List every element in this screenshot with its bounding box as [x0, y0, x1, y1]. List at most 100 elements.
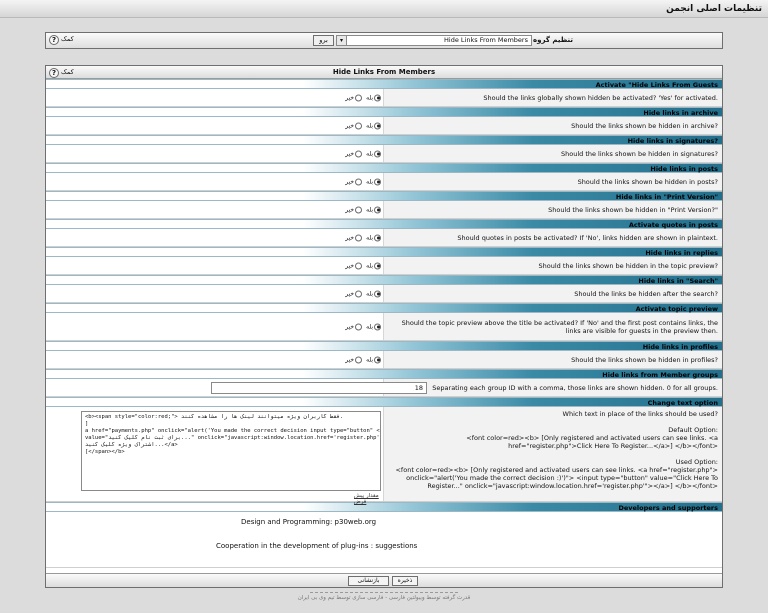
radio-label: خیر	[345, 356, 355, 363]
go-button[interactable]: برو	[313, 35, 334, 46]
radio-yes[interactable]: بله	[366, 122, 381, 129]
setting-control: <b><span style="color:red;"> فقط کاربران…	[46, 407, 384, 505]
radio-yes[interactable]: بله	[366, 94, 381, 101]
radio-button-yes[interactable]	[374, 356, 381, 363]
radio-no[interactable]: خیر	[345, 150, 363, 157]
desc-line: Which text in place of the links should …	[562, 410, 718, 418]
radio-yes[interactable]: بله	[366, 206, 381, 213]
radio-label: خیر	[345, 178, 355, 185]
radio-label: خیر	[345, 94, 355, 101]
help-label[interactable]: کمک	[61, 67, 74, 78]
setting-description: Should the links shown be hidden in sign…	[560, 149, 718, 158]
textarea-line: [</span></b>	[85, 449, 125, 455]
radio-yes[interactable]: بله	[366, 178, 381, 185]
help-icon[interactable]: ?	[49, 34, 59, 45]
radio-label: خیر	[345, 323, 355, 330]
radio-button-yes[interactable]	[374, 290, 381, 297]
setting-description: Should the topic preview above the title…	[386, 313, 718, 340]
section-title: Hide links in signatures?	[46, 135, 722, 145]
section-title: Hide links in profiles	[46, 341, 722, 351]
save-button[interactable]: ذخیره	[392, 576, 418, 586]
footer-text: قدرت گرفته توسط ویبولتین فارسی - فارسی س…	[297, 595, 471, 601]
button-bar: بازنشانی ذخیره	[46, 573, 722, 587]
desc-line: Default Option:	[668, 426, 718, 434]
setting-row: خیر بله Should the links shown be hidden i…	[46, 201, 722, 219]
setting-description: Should the links shown be hidden in "Pri…	[548, 205, 718, 214]
textarea-line: a href="payments.php" onclick="alert('Yo…	[85, 428, 380, 434]
radio-button-yes[interactable]	[374, 122, 381, 129]
radio-no[interactable]: خیر	[345, 290, 363, 297]
radio-button-no[interactable]	[355, 234, 363, 241]
setting-control: خیر بله	[46, 117, 384, 134]
radio-label: بله	[366, 323, 373, 330]
chevron-down-icon[interactable]: ▾	[337, 36, 347, 45]
radio-button-no[interactable]	[355, 94, 363, 101]
radio-button-no[interactable]	[355, 178, 363, 185]
reset-button[interactable]: بازنشانی	[348, 576, 389, 586]
panel-help[interactable]: ? کمک	[49, 67, 74, 78]
panel-title: Hide Links From Members	[332, 68, 436, 76]
radio-button-yes[interactable]	[374, 94, 381, 101]
setting-description: Should the links globally shown hidden b…	[483, 93, 718, 102]
setting-row: خیر بله Should the links shown be hidden i…	[46, 351, 722, 369]
setting-control: خیر بله	[46, 145, 384, 162]
radio-button-no[interactable]	[355, 262, 363, 269]
help-label[interactable]: کمک	[61, 34, 74, 45]
design-credit: Design and Programming: p30web.org	[241, 518, 377, 526]
radio-no[interactable]: خیر	[345, 206, 363, 213]
radio-no[interactable]: خیر	[345, 178, 363, 185]
radio-yes[interactable]: بله	[366, 290, 381, 297]
radio-button-no[interactable]	[355, 290, 363, 297]
radio-button-yes[interactable]	[374, 206, 381, 213]
radio-button-no[interactable]	[355, 356, 363, 363]
group-label: تنظیم گروه	[533, 36, 573, 44]
radio-no[interactable]: خیر	[345, 323, 363, 330]
radio-button-yes[interactable]	[374, 262, 381, 269]
help-icon[interactable]: ?	[49, 67, 59, 78]
setting-row: خیر بله Should the links shown be hidden i…	[46, 145, 722, 163]
default-value-link[interactable]: مقدار پیش فرض	[354, 493, 383, 505]
window-title: تنظیمات اصلی انجمن	[0, 0, 768, 18]
radio-button-yes[interactable]	[374, 178, 381, 185]
radio-yes[interactable]: بله	[366, 262, 381, 269]
section-title: Hide links in archive	[46, 107, 722, 117]
radio-button-no[interactable]	[355, 323, 363, 330]
radio-yes[interactable]: بله	[366, 356, 381, 363]
radio-no[interactable]: خیر	[345, 262, 363, 269]
radio-label: خیر	[345, 206, 355, 213]
radio-button-yes[interactable]	[374, 234, 381, 241]
radio-no[interactable]: خیر	[345, 234, 363, 241]
radio-yes[interactable]: بله	[366, 150, 381, 157]
yes-no-radios: خیر بله	[345, 290, 381, 297]
setting-row-member-groups: 18 Separating each group ID with a comma…	[46, 379, 722, 397]
radio-no[interactable]: خیر	[345, 122, 363, 129]
textarea-line: اشتراک ویژه کلیک کنید...</a>	[85, 442, 178, 448]
setting-description: Should the links shown be hidden in prof…	[571, 355, 718, 364]
section-title-change-text: Change text option	[46, 397, 722, 407]
section-title: Hide links in replies	[46, 247, 722, 257]
radio-button-no[interactable]	[355, 206, 363, 213]
radio-button-no[interactable]	[355, 150, 363, 157]
radio-label: خیر	[345, 262, 355, 269]
radio-yes[interactable]: بله	[366, 323, 381, 330]
setting-description: Should the links shown be hidden in post…	[577, 177, 718, 186]
setting-control: خیر بله	[46, 313, 384, 340]
radio-button-no[interactable]	[355, 122, 363, 129]
section-title-member-groups: Hide links from Member groups	[46, 369, 722, 379]
group-select[interactable]: ▾ Hide Links From Members	[336, 35, 532, 46]
group-help[interactable]: ? کمک	[49, 34, 74, 45]
radio-no[interactable]: خیر	[345, 94, 363, 101]
section-title: Activate quotes in posts	[46, 219, 722, 229]
group-selector-row: ? کمک تنظیم گروه ▾ Hide Links From Membe…	[46, 33, 722, 48]
radio-button-yes[interactable]	[374, 150, 381, 157]
desc-line	[386, 450, 718, 458]
yes-no-radios: خیر بله	[345, 122, 381, 129]
radio-no[interactable]: خیر	[345, 356, 363, 363]
desc-line: Register..." onclick="javascript:window.…	[427, 482, 718, 490]
radio-label: خیر	[345, 150, 355, 157]
desc-line: links are visible for guests in the prev…	[565, 326, 718, 335]
replacement-text-textarea[interactable]: <b><span style="color:red;"> فقط کاربران…	[81, 411, 381, 491]
footer-divider	[310, 592, 458, 593]
radio-button-yes[interactable]	[374, 323, 381, 330]
radio-yes[interactable]: بله	[366, 234, 381, 241]
